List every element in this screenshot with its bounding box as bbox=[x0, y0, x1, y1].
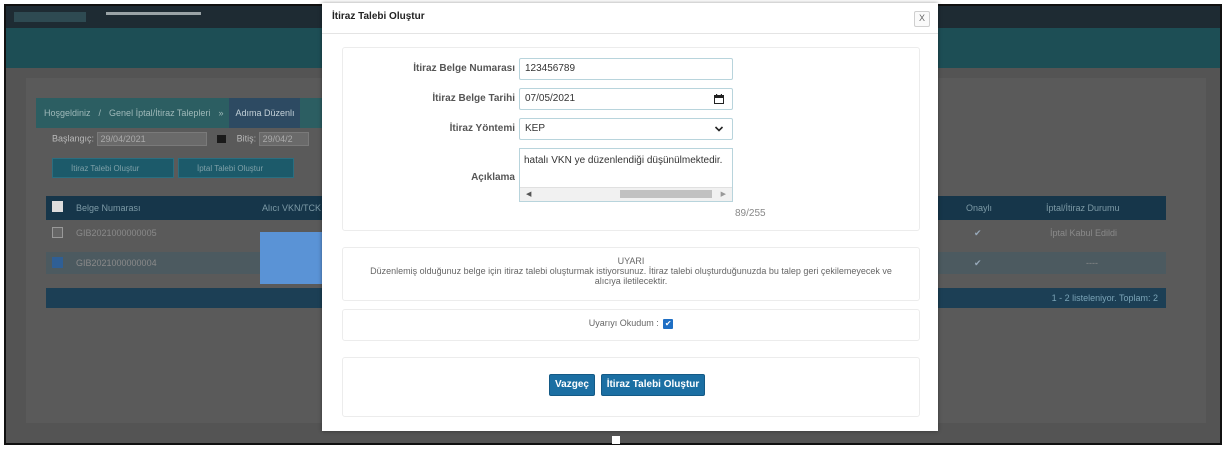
date-filters: Başlangıç: 29/04/2021 Bitiş: 29/04/2 bbox=[52, 132, 309, 146]
breadcrumb: Hoşgeldiniz / Genel İptal/İtiraz Taleple… bbox=[36, 98, 336, 128]
breadcrumb-home[interactable]: Hoşgeldiniz bbox=[44, 108, 91, 118]
warning-text: Düzenlemiş olduğunuz belge için itiraz t… bbox=[370, 266, 892, 286]
check-icon: ✔ bbox=[974, 258, 982, 268]
top-underline bbox=[106, 12, 201, 15]
doc-date-label: İtiraz Belge Tarihi bbox=[432, 93, 515, 104]
description-text: hatalı VKN ye düzenlendiği düşünülmekted… bbox=[524, 155, 723, 166]
pagination-info: 1 - 2 listeleniyor. Toplam: 2 bbox=[1051, 293, 1158, 303]
doc-number-label: İtiraz Belge Numarası bbox=[413, 63, 515, 74]
breadcrumb-active: Adıma Düzenlı bbox=[229, 98, 301, 128]
chevron-down-icon bbox=[714, 126, 724, 132]
acknowledge-row: Uyarıyı Okudum : ✔ bbox=[588, 318, 674, 329]
col-recipient-vkn[interactable]: Alıcı VKN/TCK bbox=[262, 203, 321, 213]
cancel-request-button[interactable]: İptal Talebi Oluştur bbox=[178, 158, 294, 178]
scroll-right-icon[interactable]: ▶ bbox=[721, 190, 726, 198]
acknowledge-checkbox[interactable]: ✔ bbox=[663, 318, 674, 329]
action-bar: Vazgeç İtiraz Talebi Oluştur bbox=[342, 357, 920, 417]
warning-title: UYARI bbox=[617, 256, 645, 266]
scroll-left-icon[interactable]: ◀ bbox=[526, 190, 531, 198]
objection-request-button[interactable]: İtiraz Talebi Oluştur bbox=[52, 158, 174, 178]
redacted-block bbox=[260, 232, 322, 284]
breadcrumb-requests[interactable]: Genel İptal/İtiraz Talepleri bbox=[109, 108, 210, 118]
dialog-title: İtiraz Talebi Oluştur bbox=[332, 11, 425, 22]
doc-number-input[interactable]: 123456789 bbox=[519, 58, 733, 80]
warning-box: UYARI Düzenlemiş olduğunuz belge için it… bbox=[342, 247, 920, 301]
description-textarea[interactable]: hatalı VKN ye düzenlendiği düşünülmekted… bbox=[519, 148, 733, 202]
method-value: KEP bbox=[525, 123, 546, 134]
scroll-thumb[interactable] bbox=[620, 190, 712, 198]
calendar-icon[interactable] bbox=[714, 94, 724, 104]
top-tab bbox=[14, 12, 86, 22]
acknowledge-label: Uyarıyı Okudum bbox=[588, 318, 654, 328]
char-counter: 89/255 bbox=[735, 208, 766, 219]
cancel-button[interactable]: Vazgeç bbox=[549, 374, 595, 396]
col-cancel-status[interactable]: İptal/İtiraz Durumu bbox=[1046, 203, 1120, 213]
title-divider bbox=[322, 33, 938, 34]
method-select[interactable]: KEP bbox=[519, 118, 733, 140]
row-status: ---- bbox=[1086, 258, 1098, 268]
col-document-number[interactable]: Belge Numarası bbox=[76, 203, 141, 213]
resize-handle[interactable] bbox=[612, 436, 620, 444]
description-label: Açıklama bbox=[471, 172, 515, 183]
calendar-icon[interactable] bbox=[217, 135, 227, 143]
start-date-label: Başlangıç bbox=[52, 133, 92, 144]
submit-objection-button[interactable]: İtiraz Talebi Oluştur bbox=[601, 374, 705, 396]
check-icon: ✔ bbox=[974, 228, 982, 238]
end-date-input[interactable]: 29/04/2 bbox=[258, 132, 309, 146]
row-status: İptal Kabul Edildi bbox=[1050, 228, 1118, 238]
row-checkbox[interactable] bbox=[52, 227, 63, 238]
select-all-checkbox[interactable] bbox=[52, 201, 63, 212]
method-label: İtiraz Yöntemi bbox=[449, 123, 515, 134]
doc-date-value: 07/05/2021 bbox=[525, 93, 576, 104]
breadcrumb-sep: / bbox=[98, 108, 102, 118]
acknowledge-box: Uyarıyı Okudum : ✔ bbox=[342, 309, 920, 341]
horizontal-scrollbar[interactable]: ◀ ▶ bbox=[520, 187, 732, 201]
row-checkbox[interactable] bbox=[52, 257, 63, 268]
doc-date-input[interactable]: 07/05/2021 bbox=[519, 88, 733, 110]
breadcrumb-sep: » bbox=[218, 108, 224, 118]
close-button[interactable]: X bbox=[914, 11, 930, 27]
start-date-input[interactable]: 29/04/2021 bbox=[96, 132, 207, 146]
form-section: İtiraz Belge Numarası 123456789 İtiraz B… bbox=[342, 47, 920, 231]
end-date-label: Bitiş bbox=[236, 133, 254, 144]
objection-dialog: İtiraz Talebi Oluştur X İtiraz Belge Num… bbox=[322, 3, 938, 431]
row-document-number: GIB2021000000004 bbox=[76, 258, 157, 268]
row-document-number: GIB2021000000005 bbox=[76, 228, 157, 238]
col-approved[interactable]: Onaylı bbox=[966, 203, 992, 213]
